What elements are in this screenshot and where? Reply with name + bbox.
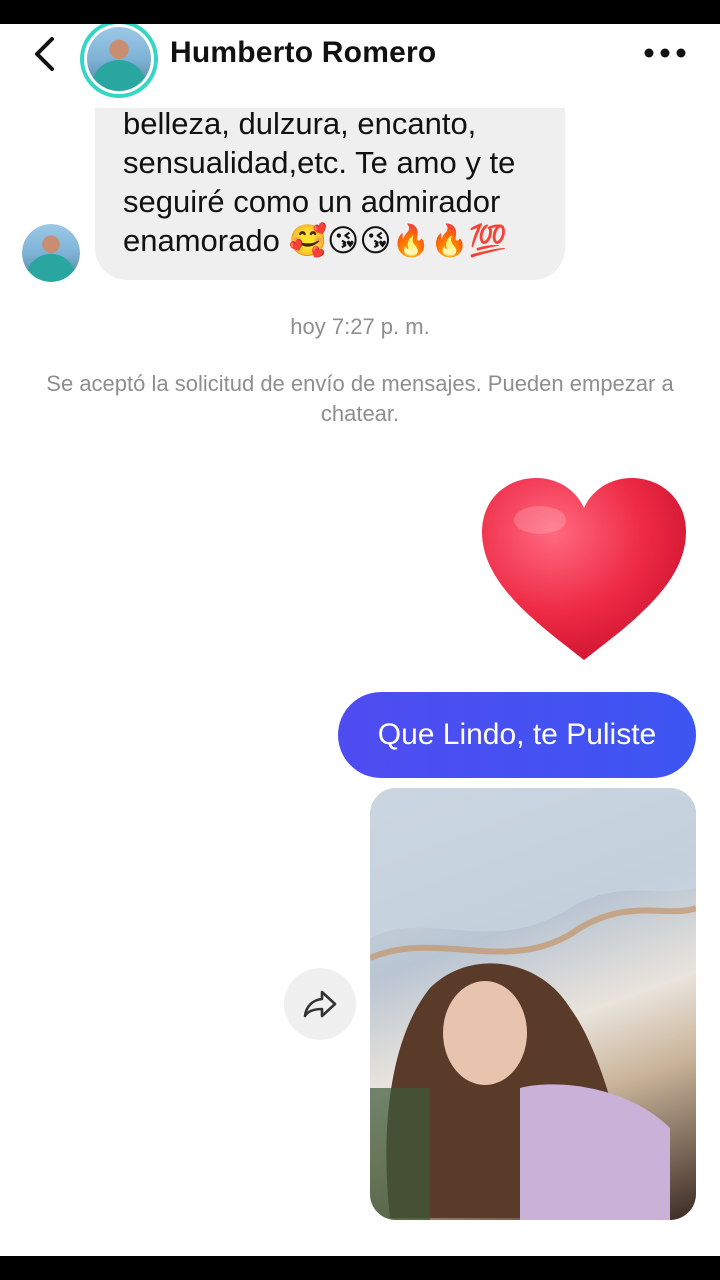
chevron-left-icon: [35, 37, 54, 71]
more-horizontal-icon: [644, 48, 686, 58]
share-arrow-icon: [303, 990, 337, 1018]
heart-emoji-icon[interactable]: [478, 474, 690, 664]
outgoing-message-bubble[interactable]: Que Lindo, te Puliste: [338, 692, 696, 778]
contact-avatar[interactable]: [80, 24, 158, 98]
chat-header: Humberto Romero: [0, 24, 720, 108]
sender-avatar[interactable]: [22, 224, 80, 282]
more-options-button[interactable]: [640, 38, 690, 68]
message-timestamp: hoy 7:27 p. m.: [290, 314, 430, 339]
photo-content: [370, 788, 696, 1220]
bottom-bar: [0, 1256, 720, 1280]
share-button[interactable]: [284, 968, 356, 1040]
chat-screen: belleza, dulzura, encanto, sensualidad,e…: [0, 24, 720, 1256]
contact-name[interactable]: Humberto Romero: [170, 36, 436, 70]
back-button[interactable]: [24, 34, 64, 74]
shared-photo[interactable]: [370, 788, 696, 1220]
system-message: Se aceptó la solicitud de envío de mensa…: [46, 371, 674, 426]
incoming-message-text: belleza, dulzura, encanto, sensualidad,e…: [123, 106, 516, 258]
